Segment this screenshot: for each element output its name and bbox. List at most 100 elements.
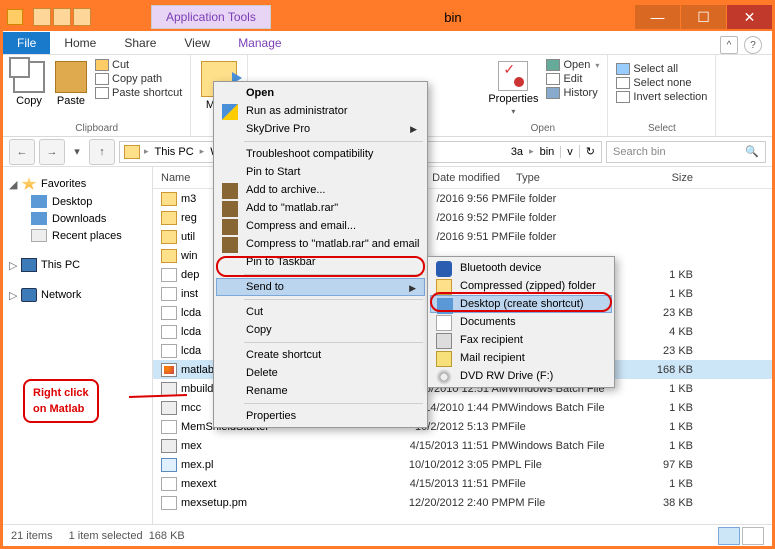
cut-button[interactable]: Cut — [95, 59, 182, 71]
ctx-skydrive[interactable]: SkyDrive Pro▶ — [216, 120, 425, 138]
file-row[interactable]: mex.pl10/10/2012 3:05 PMPL File97 KB — [153, 455, 772, 474]
close-button[interactable]: ✕ — [727, 5, 772, 29]
col-type[interactable]: Type — [508, 172, 626, 184]
icons-view-button[interactable] — [742, 527, 764, 545]
sendto-zip[interactable]: Compressed (zipped) folder — [430, 277, 612, 295]
recent-icon — [31, 229, 47, 242]
ctx-run-admin[interactable]: Run as administrator — [216, 102, 425, 120]
crumb-3a[interactable]: 3a — [505, 146, 529, 158]
ctx-delete[interactable]: Delete — [216, 364, 425, 382]
ctx-cut[interactable]: Cut — [216, 303, 425, 321]
downloads-icon — [31, 212, 47, 225]
history-button[interactable]: History — [546, 87, 599, 99]
network-header[interactable]: ▷Network — [3, 286, 152, 304]
file-type: PL File — [508, 459, 626, 471]
ctx-pin-start[interactable]: Pin to Start — [216, 163, 425, 181]
nav-recent[interactable]: Recent places — [3, 227, 152, 244]
file-size: 4 KB — [626, 326, 701, 338]
help-button[interactable]: ? — [744, 36, 762, 54]
recent-locations-button[interactable]: ▾ — [69, 139, 85, 165]
this-pc-header[interactable]: ▷This PC — [3, 256, 152, 274]
select-all-icon — [616, 63, 630, 75]
ctx-copy[interactable]: Copy — [216, 321, 425, 339]
file-icon — [161, 306, 177, 320]
select-none-button[interactable]: Select none — [616, 77, 707, 89]
details-view-button[interactable] — [718, 527, 740, 545]
qat-button[interactable] — [53, 8, 71, 26]
ctx-compress-email[interactable]: Compress and email... — [216, 217, 425, 235]
copy-path-button[interactable]: Copy path — [95, 73, 182, 85]
open-icon — [546, 59, 560, 71]
ctx-add-archive[interactable]: Add to archive... — [216, 181, 425, 199]
file-row[interactable]: mex4/15/2013 11:51 PMWindows Batch File1… — [153, 436, 772, 455]
sendto-desktop[interactable]: Desktop (create shortcut) — [430, 295, 612, 313]
copy-button[interactable]: Copy — [11, 59, 47, 109]
sendto-dvd[interactable]: DVD RW Drive (F:) — [430, 367, 612, 385]
ctx-compress-rar-email[interactable]: Compress to "matlab.rar" and email — [216, 235, 425, 253]
desktop-icon — [31, 195, 47, 208]
file-date: 10/10/2012 3:05 PM — [378, 459, 508, 471]
ctx-create-shortcut[interactable]: Create shortcut — [216, 346, 425, 364]
invert-selection-button[interactable]: Invert selection — [616, 91, 707, 103]
tab-share[interactable]: Share — [110, 32, 170, 54]
crumb-bin[interactable]: bin — [534, 146, 561, 158]
window-title: bin — [271, 10, 635, 25]
file-name: mexsetup.pm — [181, 497, 378, 509]
edit-button[interactable]: Edit — [546, 73, 599, 85]
file-row[interactable]: mexsetup.pm12/20/2012 2:40 PMPM File38 K… — [153, 493, 772, 512]
open-button[interactable]: Open▾ — [546, 59, 599, 71]
explorer-window: Application Tools bin — ☐ ✕ File Home Sh… — [0, 0, 775, 549]
ribbon-tabs: File Home Share View Manage ^ ? — [3, 31, 772, 55]
sendto-bluetooth[interactable]: Bluetooth device — [430, 259, 612, 277]
file-type: File — [508, 421, 626, 433]
tab-manage[interactable]: Manage — [224, 32, 295, 54]
qat-button[interactable] — [33, 8, 51, 26]
crumb-this-pc[interactable]: This PC — [149, 146, 200, 158]
qat-dropdown[interactable] — [73, 8, 91, 26]
ctx-open[interactable]: Open — [216, 84, 425, 102]
folder-icon — [124, 145, 140, 159]
gear-icon — [161, 401, 177, 415]
title-bar: Application Tools bin — ☐ ✕ — [3, 3, 772, 31]
tab-home[interactable]: Home — [50, 32, 110, 54]
address-dropdown[interactable]: v — [560, 146, 579, 158]
context-menu: Open Run as administrator SkyDrive Pro▶ … — [213, 81, 428, 428]
ctx-send-to[interactable]: Send to▶ — [216, 278, 425, 296]
maximize-button[interactable]: ☐ — [681, 5, 726, 29]
paste-shortcut-button[interactable]: Paste shortcut — [95, 87, 182, 99]
paste-button[interactable]: Paste — [53, 59, 89, 109]
tab-file[interactable]: File — [3, 32, 50, 54]
shield-icon — [222, 104, 238, 120]
file-row[interactable]: mexext4/15/2013 11:51 PMFile1 KB — [153, 474, 772, 493]
ctx-add-rar[interactable]: Add to "matlab.rar" — [216, 199, 425, 217]
back-button[interactable]: ← — [9, 139, 35, 165]
ctx-properties[interactable]: Properties — [216, 407, 425, 425]
copy-icon — [13, 61, 45, 93]
minimize-button[interactable]: — — [635, 5, 680, 29]
search-input[interactable]: Search bin 🔍 — [606, 141, 766, 163]
favorites-header[interactable]: ◢Favorites — [3, 175, 152, 193]
application-tools-tab[interactable]: Application Tools — [151, 5, 271, 29]
invert-selection-icon — [616, 91, 630, 103]
sendto-fax[interactable]: Fax recipient — [430, 331, 612, 349]
sendto-mail[interactable]: Mail recipient — [430, 349, 612, 367]
file-size: 1 KB — [626, 402, 701, 414]
col-size[interactable]: Size — [626, 172, 701, 184]
tab-view[interactable]: View — [170, 32, 224, 54]
ctx-troubleshoot[interactable]: Troubleshoot compatibility — [216, 145, 425, 163]
ctx-pin-taskbar[interactable]: Pin to Taskbar — [216, 253, 425, 271]
nav-downloads[interactable]: Downloads — [3, 210, 152, 227]
sendto-documents[interactable]: Documents — [430, 313, 612, 331]
forward-button[interactable]: → — [39, 139, 65, 165]
status-selection: 1 item selected — [69, 530, 143, 542]
file-type: Windows Batch File — [508, 402, 626, 414]
select-all-button[interactable]: Select all — [616, 63, 707, 75]
properties-button[interactable]: Properties ▾ — [486, 59, 540, 118]
status-bar: 21 items 1 item selected 168 KB — [3, 524, 772, 546]
refresh-button[interactable]: ↻ — [579, 145, 601, 158]
ctx-rename[interactable]: Rename — [216, 382, 425, 400]
collapse-ribbon-button[interactable]: ^ — [720, 36, 738, 54]
up-button[interactable]: ↑ — [89, 139, 115, 165]
clipboard-group-label: Clipboard — [11, 123, 182, 134]
nav-desktop[interactable]: Desktop — [3, 193, 152, 210]
